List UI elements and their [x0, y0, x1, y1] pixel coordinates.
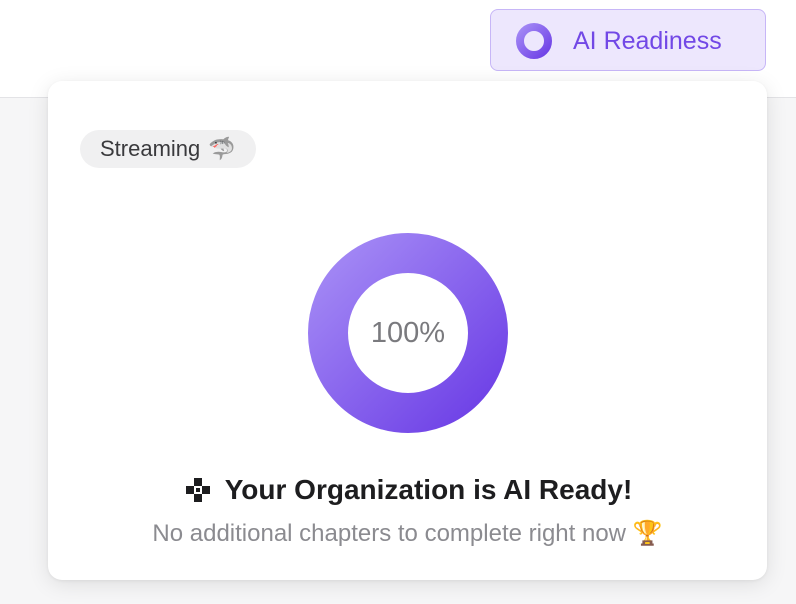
- subline-text: No additional chapters to complete right…: [152, 520, 627, 547]
- badge-label: Streaming: [100, 136, 201, 161]
- ai-readiness-popover: Streaming 🦈 100% Your Organization is AI…: [48, 81, 767, 580]
- streaming-badge: Streaming 🦈: [80, 130, 256, 168]
- headline-text: Your Organization is AI Ready!: [224, 474, 633, 505]
- shark-icon: 🦈: [208, 136, 236, 162]
- ring-icon: [516, 23, 552, 59]
- ai-readiness-button[interactable]: AI Readiness: [490, 9, 766, 71]
- trophy-icon: 🏆: [632, 519, 663, 547]
- status-headline: Your Organization is AI Ready!: [48, 473, 767, 507]
- readiness-donut: 100%: [308, 233, 508, 433]
- progress-value: 100%: [370, 317, 446, 349]
- ai-readiness-label: AI Readiness: [573, 27, 722, 55]
- status-subline: No additional chapters to complete right…: [48, 519, 767, 548]
- sparkle-icon: [185, 478, 210, 502]
